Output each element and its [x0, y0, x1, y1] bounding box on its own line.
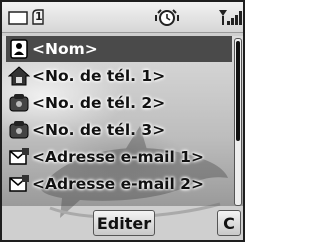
- signal-strength-icon: [219, 10, 242, 25]
- clear-softkey[interactable]: C: [217, 210, 241, 236]
- email-icon: [6, 145, 32, 169]
- line-number: 1: [35, 10, 43, 23]
- field-row-phone-3[interactable]: <No. de tél. 3>: [6, 117, 232, 143]
- email-icon: [6, 172, 32, 196]
- field-row-email-1[interactable]: <Adresse e-mail 1>: [6, 144, 232, 170]
- edit-softkey[interactable]: Editer: [93, 210, 155, 236]
- status-bar: 1: [2, 2, 243, 33]
- phone-screen: 1 <Nom> <No. de tél. 1> <No. de tél. 2> …: [0, 0, 245, 242]
- scrollbar-thumb[interactable]: [236, 41, 240, 141]
- field-label: <No. de tél. 3>: [32, 121, 166, 139]
- field-label: <Nom>: [32, 40, 98, 58]
- field-row-phone-2[interactable]: <No. de tél. 2>: [6, 90, 232, 116]
- phone-icon: [6, 91, 32, 115]
- name-card-icon: [6, 37, 32, 61]
- field-label: <No. de tél. 2>: [32, 94, 166, 112]
- field-row-phone-1[interactable]: <No. de tél. 1>: [6, 63, 232, 89]
- field-label: <Adresse e-mail 2>: [32, 175, 204, 193]
- field-row-email-2[interactable]: <Adresse e-mail 2>: [6, 171, 232, 197]
- scrollbar[interactable]: [234, 38, 242, 206]
- field-label: <No. de tél. 1>: [32, 67, 166, 85]
- field-row-name[interactable]: <Nom>: [6, 36, 232, 62]
- phone-icon: [6, 118, 32, 142]
- home-phone-icon: [6, 64, 32, 88]
- alarm-clock-icon: [155, 9, 179, 26]
- envelope-icon: [8, 11, 28, 25]
- field-label: <Adresse e-mail 1>: [32, 148, 204, 166]
- line-1-icon: 1: [31, 9, 45, 25]
- softkey-bar: Editer C: [2, 206, 243, 240]
- contact-field-list: <Nom> <No. de tél. 1> <No. de tél. 2> <N…: [6, 36, 232, 198]
